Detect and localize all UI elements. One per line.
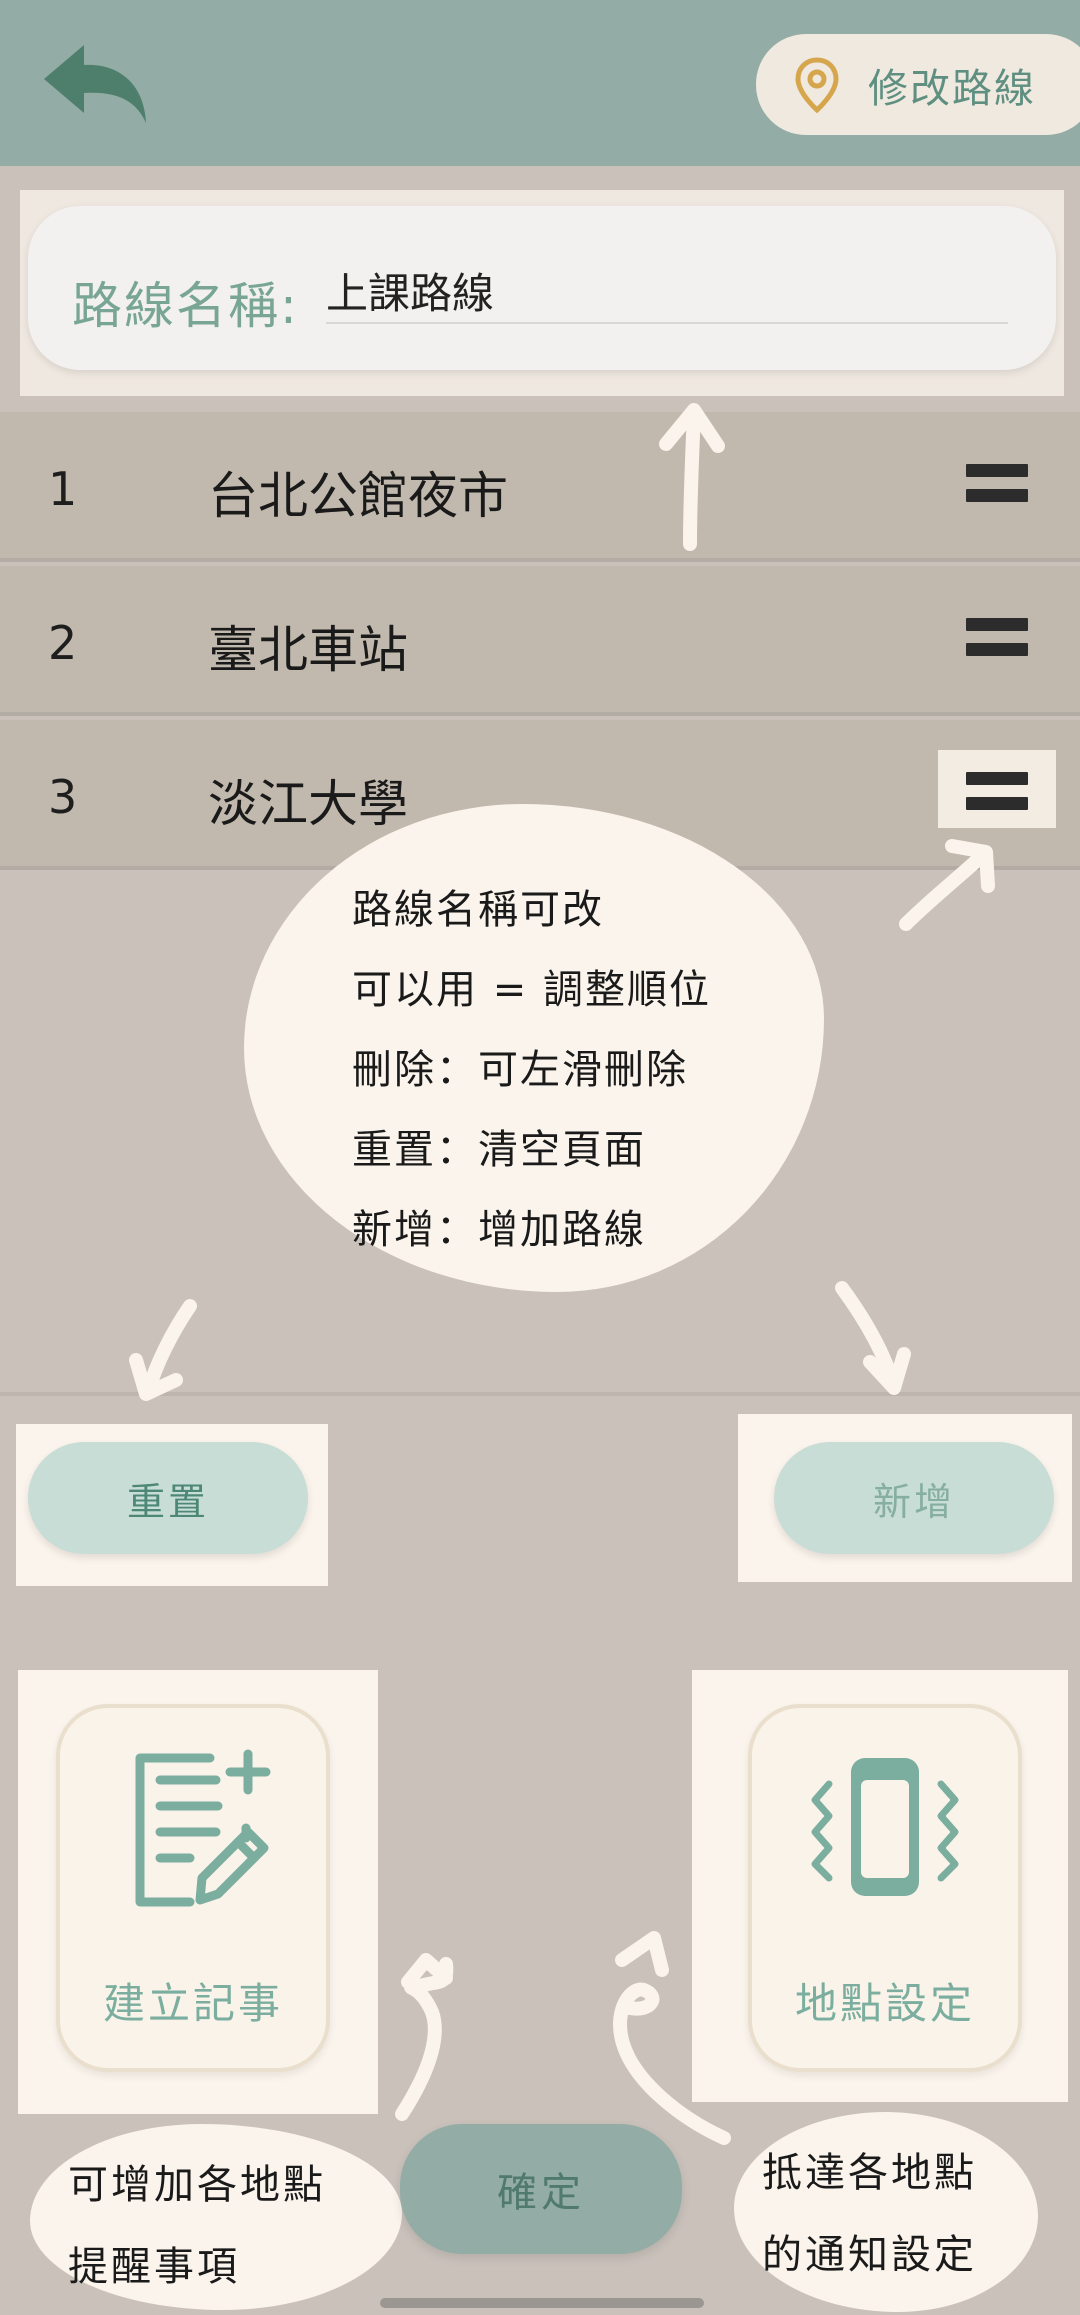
- reset-button[interactable]: 重置: [28, 1442, 308, 1554]
- add-button[interactable]: 新增: [774, 1442, 1054, 1554]
- stop-index: 1: [48, 462, 78, 516]
- location-hint-bubble: 抵達各地點 的通知設定: [734, 2112, 1038, 2312]
- arrow-to-add-head: [863, 1347, 911, 1395]
- arrow-to-reset: [141, 1299, 197, 1399]
- note-hint-bubble: 可增加各地點 提醒事項: [30, 2124, 402, 2310]
- instruction-line: 可以用 = 調整順位: [352, 967, 711, 1013]
- create-note-button[interactable]: 建立記事: [56, 1704, 330, 2072]
- arrow-to-reset-head: [129, 1353, 183, 1401]
- route-stop-row[interactable]: 1 台北公館夜市: [0, 412, 1080, 562]
- arrow-to-note: [395, 1957, 454, 2121]
- instruction-line: 重置：清空頁面: [352, 1127, 646, 1173]
- route-stop-row[interactable]: 2 臺北車站: [0, 566, 1080, 716]
- edit-route-label: 修改路線: [868, 65, 1036, 112]
- top-bar: 修改路線: [0, 0, 1080, 166]
- stop-index: 2: [48, 616, 78, 670]
- stop-name: 淡江大學: [208, 775, 408, 833]
- arrow-to-note-head: [401, 1953, 453, 1989]
- instruction-line: 路線名稱可改: [352, 887, 604, 933]
- arrow-to-location-head: [615, 1931, 669, 1977]
- instruction-line: 新增：增加路線: [352, 1207, 646, 1253]
- location-settings-label: 地點設定: [794, 1979, 975, 2028]
- note-hint-line: 提醒事項: [68, 2244, 240, 2290]
- stop-name: 台北公館夜市: [208, 467, 508, 525]
- divider: [0, 1392, 1080, 1396]
- route-name-input[interactable]: 上課路線: [326, 258, 1008, 324]
- edit-route-button[interactable]: 修改路線: [756, 34, 1080, 135]
- drag-handle-icon[interactable]: [966, 464, 1028, 502]
- stop-index: 3: [48, 770, 78, 824]
- note-hint-line: 可增加各地點: [68, 2162, 326, 2208]
- instruction-bubble: 路線名稱可改 可以用 = 調整順位 刪除：可左滑刪除 重置：清空頁面 新增：增加…: [244, 804, 824, 1292]
- location-hint-line: 抵達各地點: [762, 2150, 977, 2196]
- location-hint-line: 的通知設定: [762, 2232, 977, 2278]
- note-add-icon: [135, 1749, 271, 1907]
- location-pin-icon: [795, 56, 839, 113]
- stop-name: 臺北車站: [208, 621, 408, 679]
- home-indicator[interactable]: [380, 2298, 704, 2308]
- app-screen: 修改路線 路線名稱: 上課路線 1 台北公館夜市 2 臺北車站 3 淡江大學 路…: [0, 0, 1080, 2315]
- instruction-line: 刪除：可左滑刪除: [352, 1047, 688, 1093]
- drag-handle-icon[interactable]: [966, 618, 1028, 656]
- create-note-label: 建立記事: [102, 1979, 283, 2028]
- route-name-label: 路線名稱:: [72, 277, 299, 335]
- back-button[interactable]: [38, 42, 156, 128]
- back-arrow-icon: [44, 45, 146, 123]
- confirm-button[interactable]: 確定: [400, 2124, 682, 2254]
- phone-vibrate-icon: [811, 1758, 959, 1896]
- location-settings-button[interactable]: 地點設定: [748, 1704, 1022, 2072]
- drag-handle-icon[interactable]: [966, 772, 1028, 810]
- arrow-to-add: [835, 1281, 901, 1393]
